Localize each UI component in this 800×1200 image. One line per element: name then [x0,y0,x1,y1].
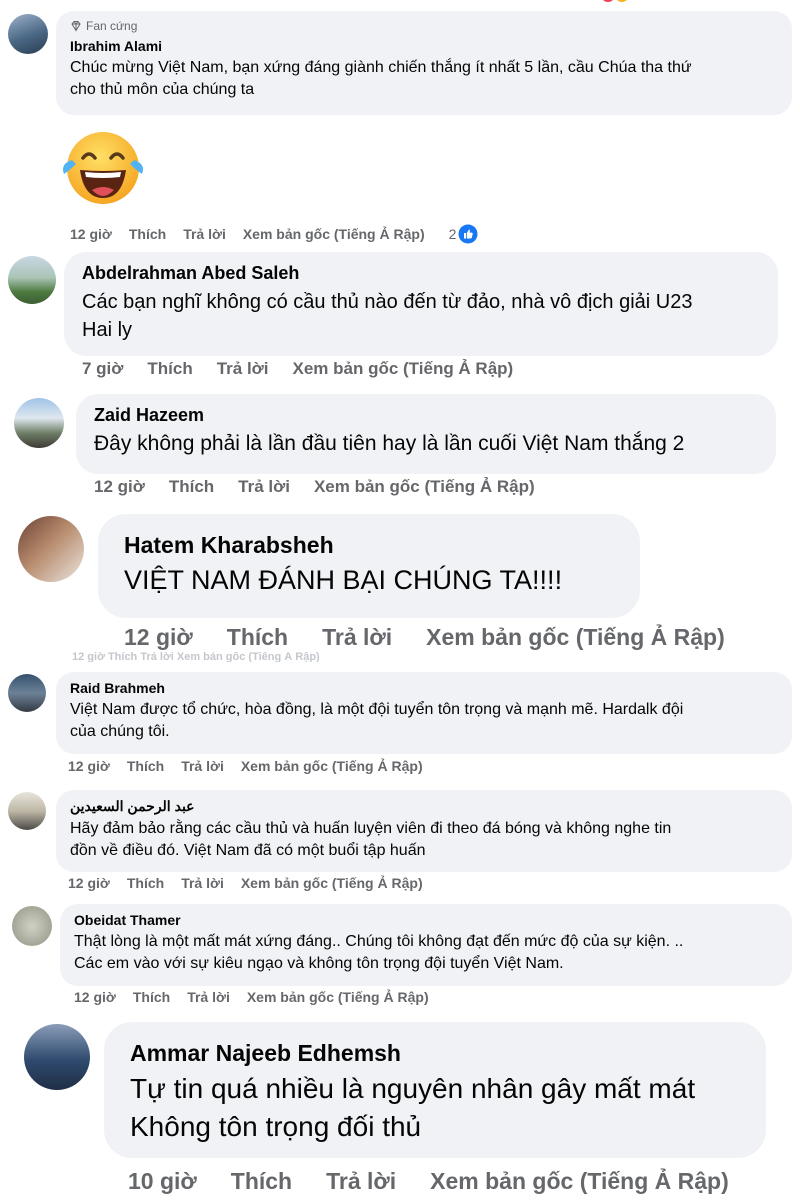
avatar[interactable] [8,14,48,54]
timestamp[interactable]: 12 giờ [68,875,110,891]
badge-label: Fan cứng [86,19,138,33]
comment-text: Đây không phải là lần đầu tiên hay là lầ… [94,432,685,455]
comment-text: VIỆT NAM ĐÁNH BẠI CHÚNG TA!!!! [124,565,563,595]
reply-button[interactable]: Trả lời [238,477,290,497]
comment-bubble: Raid Brahmeh Việt Nam được tổ chức, hòa … [56,672,792,754]
like-button[interactable]: Thích [231,1168,292,1195]
comment-text: Tự tin quá nhiều là nguyên nhân gây mất … [130,1073,696,1142]
timestamp[interactable]: 12 giờ [94,477,145,497]
comment-actions: 12 giờ Thích Trả lời Xem bản gốc (Tiếng … [68,874,423,892]
laughing-tears-emoji [63,132,143,204]
timestamp[interactable]: 10 giờ [128,1168,197,1195]
comment-actions: 12 giờ Thích Trả lời Xem bản gốc (Tiếng … [74,988,429,1006]
comment-bubble: عبد الرحمن السعيدين Hãy đảm bảo rằng các… [56,790,792,872]
like-reaction-icon[interactable] [458,224,478,244]
see-original-button[interactable]: Xem bản gốc (Tiếng Ả Rập) [247,989,429,1005]
author-name[interactable]: Ammar Najeeb Edhemsh [130,1040,740,1067]
fan-badge: Fan cứng [70,19,778,33]
like-button[interactable]: Thích [127,875,164,891]
see-original-button[interactable]: Xem bản gốc (Tiếng Ả Rập) [314,477,535,497]
faded-actions-row: 12 giờ Thích Trả lời Xem bản gốc (Tiếng … [72,652,320,662]
avatar[interactable] [24,1024,90,1090]
comment-text: Chúc mừng Việt Nam, bạn xứng đáng giành … [70,59,692,98]
comment-bubble: Zaid Hazeem Đây không phải là lần đầu ti… [76,394,776,474]
like-button[interactable]: Thích [227,624,288,651]
reply-button[interactable]: Trả lời [217,359,269,379]
avatar[interactable] [8,256,56,304]
cropped-reactions [600,0,640,6]
reply-button[interactable]: Trả lời [181,758,224,774]
comment-actions: 12 giờ Thích Trả lời Xem bản gốc (Tiếng … [68,757,423,775]
see-original-button[interactable]: Xem bản gốc (Tiếng Ả Rập) [243,226,425,242]
see-original-button[interactable]: Xem bản gốc (Tiếng Ả Rập) [430,1168,729,1195]
avatar[interactable] [14,398,64,448]
comment-actions: 12 giờ Thích Trả lời Xem bản gốc (Tiếng … [94,476,535,498]
laughing-tears-emoji-sticker [58,128,148,208]
timestamp[interactable]: 12 giờ [74,989,116,1005]
like-button[interactable]: Thích [147,359,192,379]
timestamp[interactable]: 12 giờ [124,624,193,651]
author-name[interactable]: Hatem Kharabsheh [124,532,614,559]
comment-bubble: Abdelrahman Abed Saleh Các bạn nghĩ khôn… [64,252,778,356]
diamond-icon [71,21,81,32]
author-name[interactable]: Abdelrahman Abed Saleh [82,263,760,284]
comment-actions: 7 giờ Thích Trả lời Xem bản gốc (Tiếng Ả… [82,358,513,380]
comment-actions: 12 giờ Thích Trả lời Xem bản gốc (Tiếng … [124,622,725,652]
reply-button[interactable]: Trả lời [183,226,226,242]
comment-text: Các bạn nghĩ không có cầu thủ nào đến từ… [82,291,693,341]
see-original-button[interactable]: Xem bản gốc (Tiếng Ả Rập) [426,624,725,651]
comment-actions: 10 giờ Thích Trả lời Xem bản gốc (Tiếng … [128,1166,729,1196]
reply-button[interactable]: Trả lời [322,624,392,651]
comment-text: Thật lòng là một mất mát xứng đáng.. Chú… [74,933,684,972]
like-button[interactable]: Thích [133,989,170,1005]
avatar[interactable] [12,906,52,946]
avatar[interactable] [8,674,46,712]
timestamp[interactable]: 12 giờ [70,226,112,242]
timestamp[interactable]: 12 giờ [68,758,110,774]
reply-button[interactable]: Trả lời [181,875,224,891]
comment-bubble: Fan cứng Ibrahim Alami Chúc mừng Việt Na… [56,11,792,115]
comment-text: Việt Nam được tổ chức, hòa đồng, là một … [70,701,684,740]
avatar[interactable] [18,516,84,582]
like-button[interactable]: Thích [169,477,214,497]
author-name[interactable]: Zaid Hazeem [94,405,758,426]
reaction-count[interactable]: 2 [449,226,457,242]
comment-actions: 12 giờ Thích Trả lời Xem bản gốc (Tiếng … [70,224,478,244]
comment-bubble: Hatem Kharabsheh VIỆT NAM ĐÁNH BẠI CHÚNG… [98,514,640,618]
author-name[interactable]: Obeidat Thamer [74,912,778,928]
like-button[interactable]: Thích [127,758,164,774]
reply-button[interactable]: Trả lời [326,1168,396,1195]
reply-button[interactable]: Trả lời [187,989,230,1005]
comment-text: Hãy đảm bảo rằng các cầu thủ và huấn luy… [70,820,672,859]
comment-bubble: Ammar Najeeb Edhemsh Tự tin quá nhiều là… [104,1022,766,1158]
see-original-button[interactable]: Xem bản gốc (Tiếng Ả Rập) [241,758,423,774]
see-original-button[interactable]: Xem bản gốc (Tiếng Ả Rập) [293,359,514,379]
avatar[interactable] [8,792,46,830]
author-name[interactable]: عبد الرحمن السعيدين [70,798,778,815]
see-original-button[interactable]: Xem bản gốc (Tiếng Ả Rập) [241,875,423,891]
author-name[interactable]: Ibrahim Alami [70,38,778,54]
timestamp[interactable]: 7 giờ [82,359,123,379]
like-button[interactable]: Thích [129,226,166,242]
comment-bubble: Obeidat Thamer Thật lòng là một mất mát … [60,904,792,986]
author-name[interactable]: Raid Brahmeh [70,680,778,696]
